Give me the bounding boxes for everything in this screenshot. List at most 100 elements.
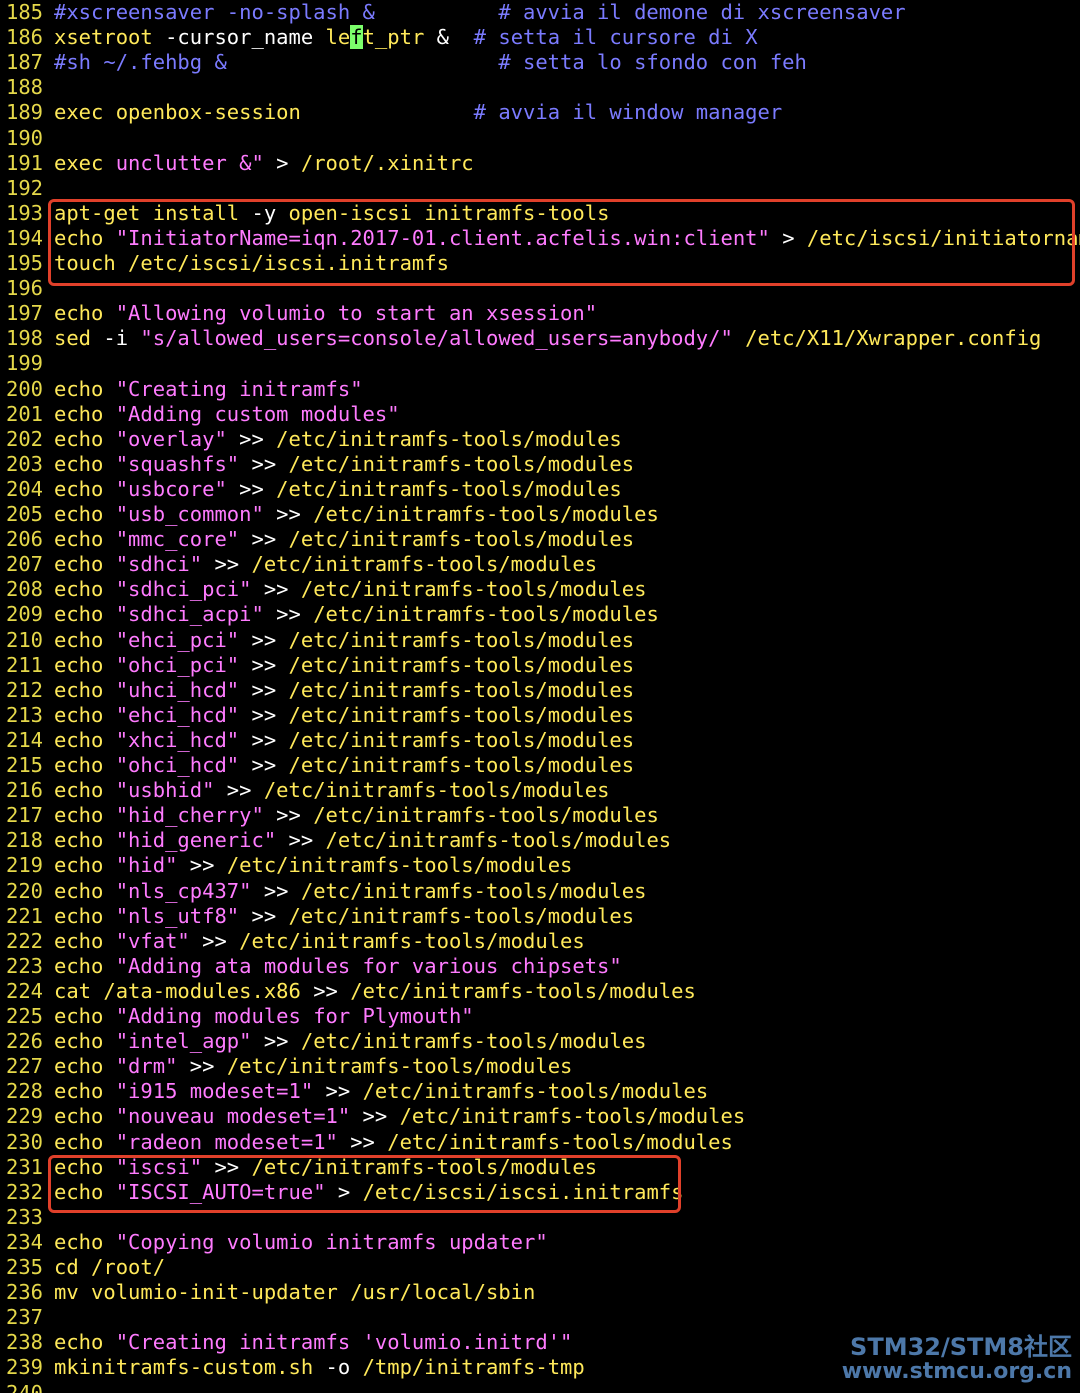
code-line[interactable]: 206 echo "mmc_core" >> /etc/initramfs-too… [0, 527, 634, 552]
code-token-cmd: echo [54, 627, 104, 652]
code-line[interactable]: 223 echo "Adding ata modules for various … [0, 954, 622, 979]
code-line[interactable]: 201 echo "Adding custom modules" [0, 402, 400, 427]
code-line[interactable]: 230 echo "radeon modeset=1" >> /etc/initr… [0, 1130, 733, 1155]
line-number: 205 [6, 502, 44, 526]
code-token-cmd: exec [54, 150, 104, 175]
code-line[interactable]: 209 echo "sdhci_acpi" >> /etc/initramfs-t… [0, 602, 659, 627]
code-token-cmd: echo [54, 1054, 104, 1079]
code-line[interactable]: 208 echo "sdhci_pci" >> /etc/initramfs-to… [0, 577, 646, 602]
code-text: echo "Copying volumio initramfs updater" [44, 1230, 548, 1255]
code-token-op: >> [226, 426, 277, 451]
code-token-path: /etc/initramfs-tools/modules [288, 903, 635, 928]
code-line[interactable]: 196 [0, 276, 54, 301]
code-line[interactable]: 240 [0, 1381, 54, 1393]
line-number: 191 [6, 150, 44, 175]
code-text: echo "nls_cp437" >> /etc/initramfs-tools… [44, 879, 646, 904]
code-line[interactable]: 204 echo "usbcore" >> /etc/initramfs-tool… [0, 477, 622, 502]
code-token-cmd: echo [54, 527, 104, 552]
code-line[interactable]: 191 exec unclutter &" > /root/.xinitrc [0, 151, 474, 176]
code-line[interactable]: 234 echo "Copying volumio initramfs updat… [0, 1230, 548, 1255]
code-text: echo "ohci_pci" >> /etc/initramfs-tools/… [44, 653, 634, 678]
code-line[interactable]: 199 [0, 351, 54, 376]
code-line[interactable]: 207 echo "sdhci" >> /etc/initramfs-tools/… [0, 552, 597, 577]
code-token-path: /etc/initramfs-tools/modules [288, 753, 635, 777]
code-line[interactable]: 221 echo "nls_utf8" >> /etc/initramfs-too… [0, 904, 634, 929]
code-line[interactable]: 229 echo "nouveau modeset=1" >> /etc/init… [0, 1104, 745, 1129]
line-number: 194 [6, 225, 44, 250]
code-line[interactable]: 188 [0, 75, 54, 100]
code-line[interactable]: 227 echo "drm" >> /etc/initramfs-tools/mo… [0, 1054, 572, 1079]
code-line[interactable]: 226 echo "intel_agp" >> /etc/initramfs-to… [0, 1029, 646, 1054]
code-token-path: /etc/initramfs-tools/modules [276, 476, 622, 501]
code-token-cmd: echo [54, 727, 104, 752]
code-line[interactable]: 220 echo "nls_cp437" >> /etc/initramfs-to… [0, 879, 646, 904]
code-token-path: /etc/X11/Xwrapper.config [732, 326, 1042, 351]
code-token-comment: # avvia il window manager [300, 100, 783, 125]
code-line[interactable]: 187 #sh ~/.fehbg & # setta lo sfondo con … [0, 50, 807, 75]
code-line[interactable]: 224 cat /ata-modules.x86 >> /etc/initramf… [0, 979, 696, 1004]
code-line[interactable]: 213 echo "ehci_hcd" >> /etc/initramfs-too… [0, 703, 634, 728]
code-token-path: /etc/initramfs-tools/modules [300, 1029, 647, 1054]
watermark-title: STM32/STM8社区 [850, 1332, 1072, 1361]
code-line[interactable]: 203 echo "squashfs" >> /etc/initramfs-too… [0, 452, 634, 477]
code-token-op: >> [239, 753, 289, 777]
code-token-string: "nouveau modeset=1" [103, 1104, 351, 1129]
code-text: echo "nouveau modeset=1" >> /etc/initram… [44, 1104, 745, 1129]
code-line[interactable]: 238 echo "Creating initramfs 'volumio.ini… [0, 1330, 572, 1355]
code-line[interactable]: 219 echo "hid" >> /etc/initramfs-tools/mo… [0, 853, 572, 878]
code-token-comment: # setta il cursore di X [448, 25, 758, 50]
code-line[interactable]: 202 echo "overlay" >> /etc/initramfs-tool… [0, 427, 622, 452]
code-line[interactable]: 225 echo "Adding modules for Plymouth" [0, 1004, 474, 1029]
code-line[interactable]: 212 echo "uhci_hcd" >> /etc/initramfs-too… [0, 678, 634, 703]
code-token-cmd: echo [54, 828, 104, 853]
code-line[interactable]: 192 [0, 176, 54, 201]
code-line[interactable]: 189 exec openbox-session # avvia il windo… [0, 100, 782, 125]
line-number: 228 [6, 1079, 44, 1104]
code-text: #xscreensaver -no-splash & # avvia il de… [44, 0, 906, 25]
code-line[interactable]: 235 cd /root/ [0, 1255, 165, 1280]
code-token-cmd: echo [54, 753, 104, 777]
line-number: 221 [6, 903, 44, 928]
code-line[interactable]: 222 echo "vfat" >> /etc/initramfs-tools/m… [0, 929, 585, 954]
code-token-string: "nls_cp437" [103, 878, 252, 903]
line-number: 190 [6, 125, 44, 150]
code-token-comment: #sh ~/.fehbg & # setta lo sfondo con feh [54, 50, 807, 75]
code-line[interactable]: 218 echo "hid_generic" >> /etc/initramfs-… [0, 828, 671, 853]
code-token-string: "intel_agp" [103, 1029, 252, 1054]
code-text: echo "i915 modeset=1" >> /etc/initramfs-… [44, 1079, 708, 1104]
code-line[interactable]: 198 sed -i "s/allowed_users=console/allow… [0, 326, 1041, 351]
code-token-cmd: echo [54, 1229, 104, 1254]
code-line[interactable]: 211 echo "ohci_pci" >> /etc/initramfs-too… [0, 653, 634, 678]
code-token-cmd: echo [54, 376, 104, 401]
line-number: 210 [6, 627, 44, 652]
code-line[interactable]: 185 #xscreensaver -no-splash & # avvia il… [0, 0, 906, 25]
code-text: echo "usbhid" >> /etc/initramfs-tools/mo… [44, 778, 609, 803]
line-number: 200 [6, 376, 44, 401]
code-token-op: >> [251, 577, 301, 602]
code-token-cmd: echo [54, 426, 104, 451]
code-line[interactable]: 216 echo "usbhid" >> /etc/initramfs-tools… [0, 778, 609, 803]
code-line[interactable]: 186 xsetroot -cursor_name left_ptr & # se… [0, 25, 758, 50]
code-line[interactable]: 228 echo "i915 modeset=1" >> /etc/initram… [0, 1079, 708, 1104]
code-line[interactable]: 233 [0, 1205, 54, 1230]
code-token-string: "Adding modules for Plymouth" [103, 1004, 474, 1028]
code-line[interactable]: 197 echo "Allowing volumio to start an xs… [0, 301, 597, 326]
code-token-op: >> [177, 1054, 227, 1079]
code-line[interactable]: 215 echo "ohci_hcd" >> /etc/initramfs-too… [0, 753, 634, 778]
code-line[interactable]: 190 [0, 126, 54, 151]
code-token-path: /etc/initramfs-tools/modules [313, 602, 659, 627]
code-token-string: "ehci_pci" [103, 627, 240, 652]
code-line[interactable]: 214 echo "xhci_hcd" >> /etc/initramfs-too… [0, 728, 634, 753]
line-number: 198 [6, 326, 44, 351]
code-line[interactable]: 210 echo "ehci_pci" >> /etc/initramfs-too… [0, 628, 634, 653]
code-line[interactable]: 239 mkinitramfs-custom.sh -o /tmp/initram… [0, 1355, 585, 1380]
code-line[interactable]: 217 echo "hid_cherry" >> /etc/initramfs-t… [0, 803, 659, 828]
code-token-op: >> [263, 803, 314, 828]
code-token-op: >> [263, 602, 314, 627]
code-line[interactable]: 205 echo "usb_common" >> /etc/initramfs-t… [0, 502, 659, 527]
code-line[interactable]: 237 [0, 1305, 54, 1330]
line-number: 199 [6, 351, 44, 376]
code-token-string: "ehci_hcd" [103, 702, 240, 727]
code-line[interactable]: 200 echo "Creating initramfs" [0, 377, 363, 402]
code-line[interactable]: 236 mv volumio-init-updater /usr/local/sb… [0, 1280, 535, 1305]
